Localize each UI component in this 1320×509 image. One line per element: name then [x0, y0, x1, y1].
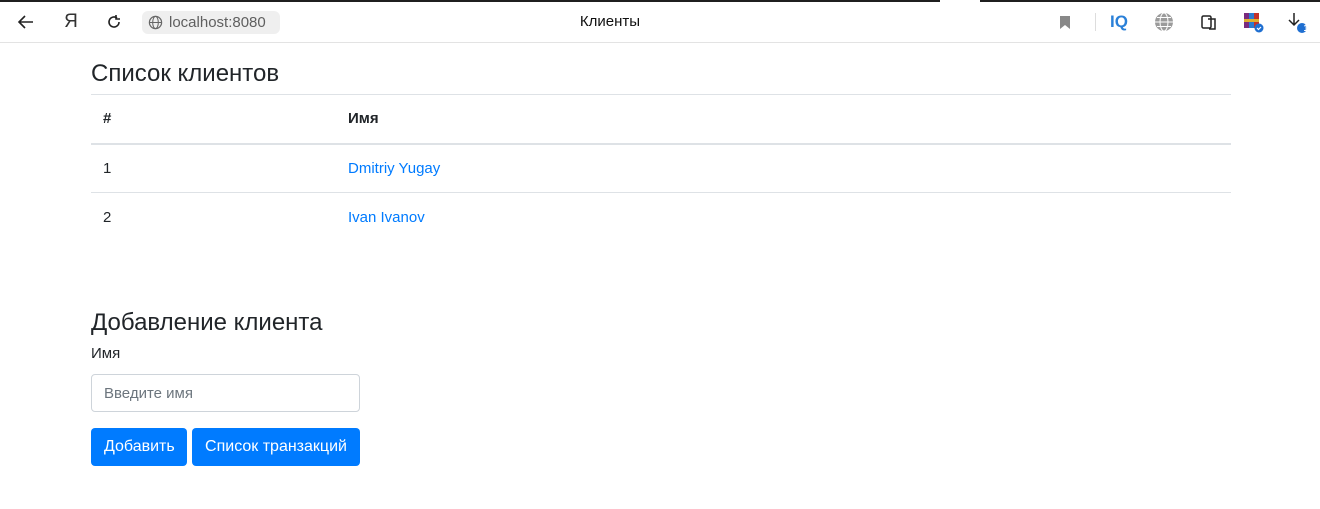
- browser-toolbar: Я localhost:8080 Клиенты IQ 1: [0, 0, 1320, 43]
- downloads-button[interactable]: 1: [1284, 9, 1310, 35]
- toolbar-divider: [1095, 13, 1096, 31]
- bookmark-button[interactable]: [1052, 9, 1078, 35]
- table-row: 2 Ivan Ivanov: [91, 193, 1231, 242]
- add-button[interactable]: Добавить: [91, 428, 187, 466]
- add-client-title: Добавление клиента: [91, 309, 323, 336]
- client-name-cell: Ivan Ivanov: [336, 193, 1231, 242]
- client-name-link[interactable]: Dmitriy Yugay: [348, 160, 440, 177]
- clients-table: # Имя 1 Dmitriy Yugay 2 Ivan Ivanov: [91, 94, 1231, 242]
- tab-title: Клиенты: [579, 13, 641, 30]
- table-header-row: # Имя: [91, 94, 1231, 145]
- table-row: 1 Dmitriy Yugay: [91, 143, 1231, 193]
- client-name-cell: Dmitriy Yugay: [336, 143, 1231, 193]
- downloads-badge: 1: [1303, 23, 1309, 33]
- client-name-link[interactable]: Ivan Ivanov: [348, 209, 425, 226]
- globe-gray-icon: [1155, 12, 1173, 32]
- iq-icon: IQ: [1110, 12, 1128, 31]
- client-number: 2: [103, 208, 112, 226]
- transactions-list-button[interactable]: Список транзакций: [192, 428, 360, 466]
- clients-list-title: Список клиентов: [91, 60, 280, 87]
- bookmark-icon: [1060, 15, 1070, 29]
- collections-icon: [1201, 15, 1216, 30]
- client-number: 1: [91, 143, 336, 193]
- vpn-extension-button[interactable]: [1151, 9, 1177, 35]
- tab-strip: [980, 0, 1320, 2]
- iq-extension-button[interactable]: IQ: [1106, 9, 1132, 35]
- name-label: Имя: [91, 345, 121, 362]
- collections-button[interactable]: [1196, 9, 1222, 35]
- archiver-extension-button[interactable]: [1240, 9, 1266, 35]
- name-input[interactable]: [91, 374, 360, 412]
- winrar-icon: [1244, 13, 1264, 33]
- column-header-name: Имя: [336, 94, 1231, 145]
- column-header-number: #: [91, 94, 336, 145]
- tab-strip: [0, 0, 940, 2]
